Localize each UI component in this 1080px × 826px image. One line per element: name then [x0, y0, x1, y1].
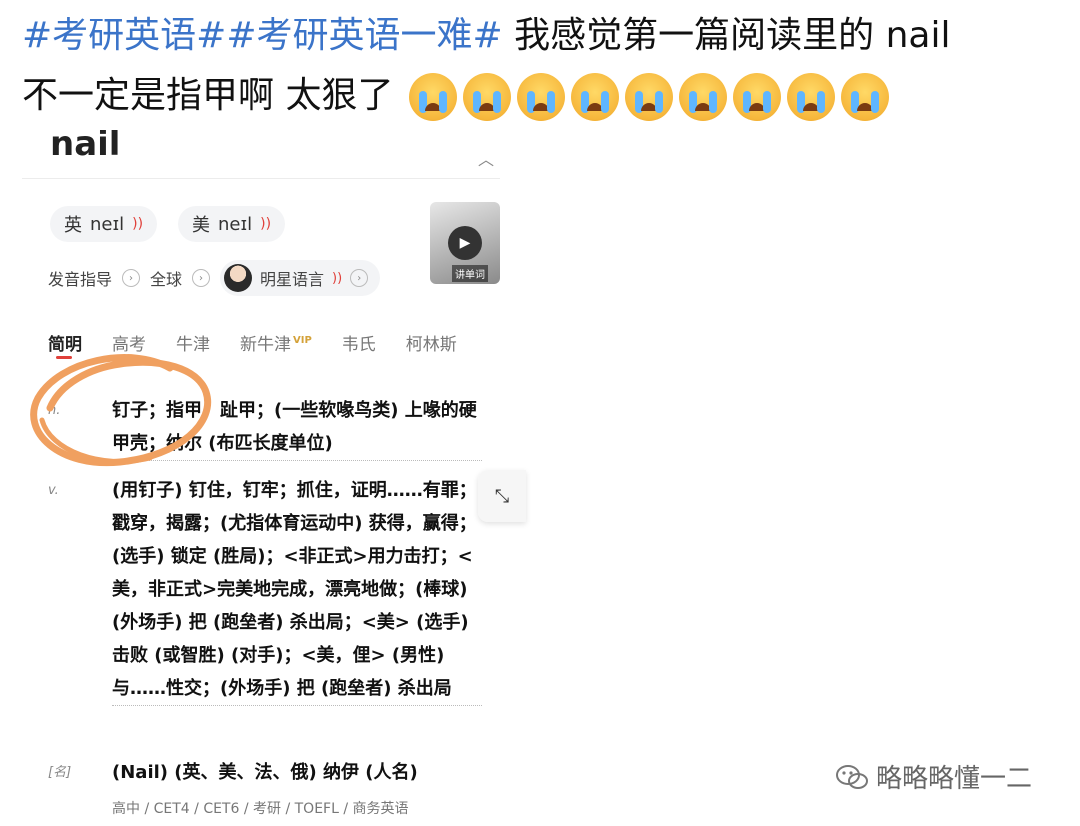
- dictionary-screenshot: nail ︿ 英 neɪl )) 美 neɪl )) ▶ 讲单词 发音指导 › …: [22, 130, 522, 826]
- video-thumbnail[interactable]: ▶ 讲单词: [430, 202, 500, 284]
- chevron-right-icon[interactable]: ›: [192, 269, 211, 287]
- watermark: 略略略懂一二: [836, 758, 1032, 795]
- chevron-right-icon[interactable]: ›: [350, 269, 369, 287]
- post-text: #考研英语##考研英语一难# 我感觉第一篇阅读里的 nail 不一定是指甲啊 太…: [22, 6, 1062, 126]
- chevron-up-icon[interactable]: ︿: [478, 146, 494, 170]
- hashtag-link[interactable]: #考研英语#: [22, 15, 226, 56]
- chevron-right-icon[interactable]: ›: [122, 269, 141, 287]
- tab-new-oxford-label: 新牛津: [240, 335, 291, 355]
- crying-face-icon: [462, 73, 511, 121]
- wechat-icon: [836, 764, 868, 789]
- star-voice-label: 明星语言: [260, 270, 325, 289]
- part-of-speech: n.: [48, 403, 61, 418]
- speaker-icon[interactable]: )): [260, 216, 271, 232]
- part-of-speech: [名]: [48, 765, 72, 780]
- definition-entry: v. (用钉子) 钉住，钉牢；抓住，证明……有罪；戳穿，揭露；(尤指体育运动中)…: [48, 474, 482, 706]
- post-line-1: #考研英语##考研英语一难# 我感觉第一篇阅读里的 nail: [22, 6, 1062, 66]
- star-voice-button[interactable]: 明星语言 )) ›: [220, 260, 381, 296]
- pron-uk-label: 英: [64, 215, 82, 236]
- crying-face-icon: [840, 73, 889, 121]
- tab-oxford[interactable]: 牛津: [176, 330, 210, 355]
- divider: [22, 178, 500, 179]
- emoji-row: [408, 73, 889, 121]
- hashtag-link[interactable]: #考研英语一难#: [226, 15, 502, 56]
- dictionary-tabs: 简明 高考 牛津 新牛津 VIP 韦氏 柯林斯: [48, 330, 457, 359]
- definition-text: (Nail) (英、美、法、俄) 纳伊 (人名): [112, 762, 418, 783]
- crying-face-icon: [624, 73, 673, 121]
- crying-face-icon: [678, 73, 727, 121]
- post-line-2: 不一定是指甲啊 太狠了: [22, 66, 1062, 126]
- global-link[interactable]: 全球: [150, 266, 182, 290]
- pron-uk[interactable]: 英 neɪl )): [50, 206, 158, 242]
- expand-icon[interactable]: ⤡: [478, 470, 526, 522]
- speaker-icon[interactable]: )): [132, 216, 143, 232]
- video-label: 讲单词: [452, 265, 488, 282]
- tab-concise[interactable]: 简明: [48, 330, 82, 359]
- tab-gaokao[interactable]: 高考: [112, 330, 146, 355]
- crying-face-icon: [570, 73, 619, 121]
- tab-collins[interactable]: 柯林斯: [406, 330, 457, 355]
- post-body-text: 我感觉第一篇阅读里的 nail: [502, 15, 951, 56]
- crying-face-icon: [408, 73, 457, 121]
- play-icon[interactable]: ▶: [448, 226, 482, 260]
- crying-face-icon: [786, 73, 835, 121]
- definition-entry: [名] (Nail) (英、美、法、俄) 纳伊 (人名): [48, 756, 482, 789]
- speaker-icon[interactable]: )): [332, 271, 342, 286]
- pron-uk-phonetic: neɪl: [90, 213, 125, 235]
- tab-webster[interactable]: 韦氏: [342, 330, 376, 355]
- avatar: [224, 264, 253, 292]
- definition-text[interactable]: (用钉子) 钉住，钉牢；抓住，证明……有罪；戳穿，揭露；(尤指体育运动中) 获得…: [112, 474, 482, 706]
- definition-text[interactable]: 钉子；指甲，趾甲；(一些软喙鸟类) 上喙的硬甲壳；纳尔 (布匹长度单位): [112, 394, 482, 461]
- guide-row: 发音指导 › 全球 › 明星语言 )) ›: [48, 260, 381, 296]
- watermark-text: 略略略懂一二: [876, 764, 1033, 794]
- definition-entry: n. 钉子；指甲，趾甲；(一些软喙鸟类) 上喙的硬甲壳；纳尔 (布匹长度单位): [48, 394, 482, 461]
- pron-us-phonetic: neɪl: [218, 213, 253, 235]
- tab-new-oxford[interactable]: 新牛津 VIP: [240, 330, 312, 355]
- crying-face-icon: [732, 73, 781, 121]
- crying-face-icon: [516, 73, 565, 121]
- pronunciation-guide-link[interactable]: 发音指导: [48, 266, 112, 290]
- level-tags: 高中 / CET4 / CET6 / 考研 / TOEFL / 商务英语: [112, 801, 409, 817]
- post-body-text: 不一定是指甲啊 太狠了: [22, 75, 394, 116]
- pron-us-label: 美: [192, 215, 210, 236]
- pron-us[interactable]: 美 neɪl )): [178, 206, 286, 242]
- headword: nail: [50, 130, 121, 164]
- part-of-speech: v.: [48, 483, 59, 498]
- vip-badge: VIP: [293, 335, 312, 347]
